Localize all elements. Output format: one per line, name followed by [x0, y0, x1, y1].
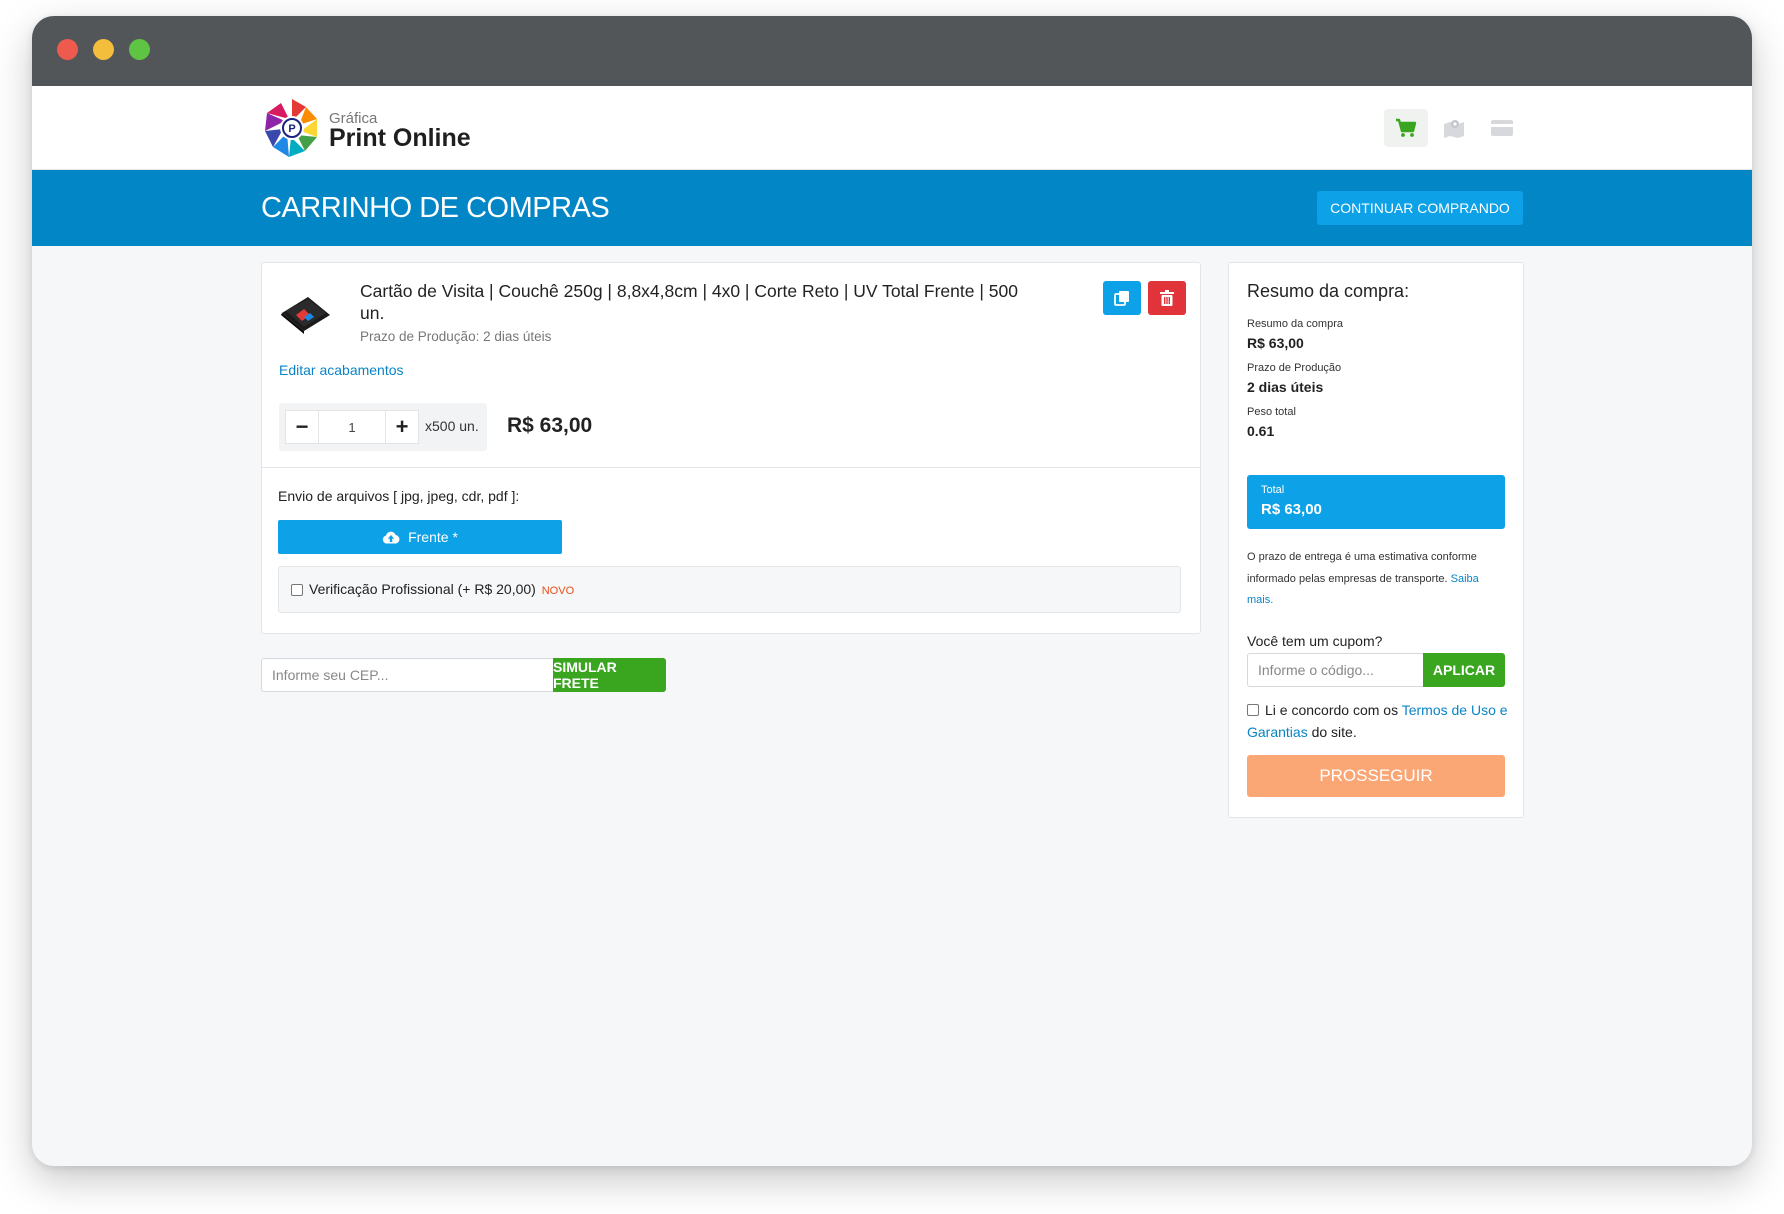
- terms-suffix: do site.: [1311, 724, 1357, 740]
- browser-window: P Gráfica Print Online CARRINHO DE COMPR…: [32, 16, 1752, 1166]
- apply-coupon-button[interactable]: APLICAR: [1423, 653, 1505, 687]
- item-price: R$ 63,00: [507, 414, 593, 437]
- minimize-window-button[interactable]: [93, 39, 114, 60]
- cep-input[interactable]: Informe seu CEP...: [261, 658, 553, 692]
- close-window-button[interactable]: [57, 39, 78, 60]
- weight-value: 0.61: [1247, 423, 1275, 439]
- new-badge: NOVO: [541, 585, 575, 597]
- verification-checkbox[interactable]: [291, 584, 303, 596]
- nav-shipping-button[interactable]: [1432, 109, 1476, 147]
- product-title: Cartão de Visita | Couchê 250g | 8,8x4,8…: [360, 281, 1018, 323]
- terms-prefix: Li e concordo com os: [1265, 702, 1399, 718]
- upload-front-button[interactable]: Frente *: [278, 520, 562, 554]
- subtotal-value: R$ 63,00: [1247, 335, 1304, 351]
- upload-front-label: Frente *: [408, 529, 458, 545]
- duplicate-item-button[interactable]: [1103, 281, 1141, 315]
- increase-quantity-button[interactable]: +: [385, 410, 419, 444]
- cloud-upload-icon: [382, 531, 400, 543]
- svg-text:P: P: [288, 123, 295, 135]
- coupon-input[interactable]: Informe o código...: [1247, 653, 1423, 687]
- decrease-quantity-button[interactable]: −: [285, 410, 319, 444]
- delivery-note-text: O prazo de entrega é uma estimativa conf…: [1247, 551, 1477, 585]
- quantity-stepper: − 1 + x500 un.: [279, 403, 487, 451]
- total-label: Total: [1261, 484, 1285, 496]
- total-box: Total R$ 63,00: [1247, 475, 1505, 529]
- credit-card-icon: [1491, 120, 1513, 136]
- verification-label: Verificação Profissional (+ R$ 20,00) NO…: [309, 581, 574, 597]
- brand-logo[interactable]: P: [261, 97, 323, 159]
- delete-item-button[interactable]: [1148, 281, 1186, 315]
- edit-finishes-link[interactable]: Editar acabamentos: [279, 362, 404, 378]
- total-value: R$ 63,00: [1261, 501, 1322, 518]
- nav-payment-button[interactable]: [1480, 109, 1524, 147]
- quantity-unit: x500 un.: [425, 418, 479, 434]
- delivery-note: O prazo de entrega é uma estimativa conf…: [1247, 547, 1507, 612]
- cart-icon: [1396, 118, 1417, 137]
- window-titlebar: [32, 16, 1752, 86]
- professional-verification-option: Verificação Profissional (+ R$ 20,00) NO…: [278, 566, 1181, 613]
- coupon-label: Você tem um cupom?: [1247, 633, 1383, 649]
- production-value: 2 dias úteis: [1247, 379, 1324, 395]
- summary-title: Resumo da compra:: [1247, 281, 1410, 301]
- subtotal-label: Resumo da compra: [1247, 318, 1343, 330]
- page-title: CARRINHO DE COMPRAS: [261, 192, 610, 224]
- terms-agreement: Li e concordo com os Termos de Uso e Gar…: [1247, 699, 1509, 743]
- brand-name: Print Online: [329, 124, 471, 152]
- order-summary: Resumo da compra: Resumo da compra R$ 63…: [1228, 262, 1524, 818]
- product-thumbnail: [281, 297, 330, 334]
- proceed-button[interactable]: PROSSEGUIR: [1247, 755, 1505, 797]
- quantity-input[interactable]: 1: [319, 410, 385, 444]
- upload-label: Envio de arquivos [ jpg, jpeg, cdr, pdf …: [278, 488, 520, 504]
- continue-shopping-button[interactable]: CONTINUAR COMPRANDO: [1317, 191, 1523, 225]
- weight-label: Peso total: [1247, 406, 1296, 418]
- simulate-shipping-button[interactable]: SIMULAR FRETE: [553, 658, 666, 692]
- copy-icon: [1114, 291, 1129, 306]
- page-banner: CARRINHO DE COMPRAS CONTINUAR COMPRANDO: [32, 170, 1752, 246]
- production-label: Prazo de Produção: [1247, 362, 1342, 374]
- map-icon: [1444, 120, 1464, 138]
- cart-item: Cartão de Visita | Couchê 250g | 8,8x4,8…: [261, 262, 1201, 634]
- production-time: Prazo de Produção: 2 dias úteis: [360, 329, 552, 344]
- nav-cart-button[interactable]: [1384, 109, 1428, 147]
- divider: [262, 467, 1200, 468]
- verification-text: Verificação Profissional (+ R$ 20,00): [309, 581, 536, 597]
- trash-icon: [1160, 290, 1174, 306]
- top-navigation: P Gráfica Print Online: [32, 86, 1752, 170]
- maximize-window-button[interactable]: [129, 39, 150, 60]
